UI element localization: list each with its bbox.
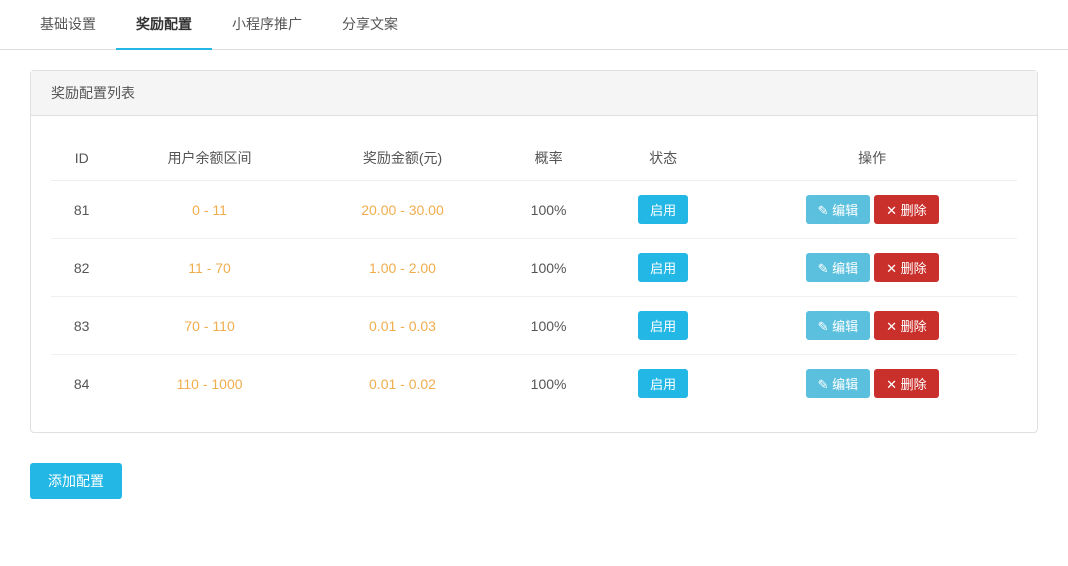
enable-button-0[interactable]: 启用 <box>638 195 688 224</box>
table-row: 81 0 - 11 20.00 - 30.00 100% 启用 ✎ 编辑 ✕ 删… <box>51 181 1017 239</box>
add-config-button[interactable]: 添加配置 <box>30 463 122 499</box>
cell-id-2: 83 <box>51 297 112 355</box>
enable-button-1[interactable]: 启用 <box>638 253 688 282</box>
cell-id-1: 82 <box>51 239 112 297</box>
cell-action-3: ✎ 编辑 ✕ 删除 <box>727 355 1017 413</box>
cell-status-3: 启用 <box>599 355 727 413</box>
delete-button-1[interactable]: ✕ 删除 <box>874 253 939 282</box>
cell-amount-3: 0.01 - 0.02 <box>307 355 498 413</box>
cell-range-3: 110 - 1000 <box>112 355 306 413</box>
cell-range-1: 11 - 70 <box>112 239 306 297</box>
action-group-0: ✎ 编辑 ✕ 删除 <box>806 195 939 224</box>
action-group-1: ✎ 编辑 ✕ 删除 <box>806 253 939 282</box>
edit-button-1[interactable]: ✎ 编辑 <box>806 253 871 282</box>
cell-amount-2: 0.01 - 0.03 <box>307 297 498 355</box>
cell-rate-1: 100% <box>498 239 599 297</box>
cell-action-0: ✎ 编辑 ✕ 删除 <box>727 181 1017 239</box>
action-group-2: ✎ 编辑 ✕ 删除 <box>806 311 939 340</box>
enable-button-2[interactable]: 启用 <box>638 311 688 340</box>
cell-action-1: ✎ 编辑 ✕ 删除 <box>727 239 1017 297</box>
cell-amount-1: 1.00 - 2.00 <box>307 239 498 297</box>
table-row: 84 110 - 1000 0.01 - 0.02 100% 启用 ✎ 编辑 ✕… <box>51 355 1017 413</box>
col-header-status: 状态 <box>599 136 727 181</box>
cell-rate-3: 100% <box>498 355 599 413</box>
cell-action-2: ✎ 编辑 ✕ 删除 <box>727 297 1017 355</box>
delete-button-2[interactable]: ✕ 删除 <box>874 311 939 340</box>
col-header-rate: 概率 <box>498 136 599 181</box>
table-header-row: ID 用户余额区间 奖励金额(元) 概率 状态 操作 <box>51 136 1017 181</box>
cell-amount-0: 20.00 - 30.00 <box>307 181 498 239</box>
cell-range-2: 70 - 110 <box>112 297 306 355</box>
cell-range-0: 0 - 11 <box>112 181 306 239</box>
tab-bar: 基础设置 奖励配置 小程序推广 分享文案 <box>0 0 1068 50</box>
tab-basic-settings[interactable]: 基础设置 <box>20 0 116 50</box>
reward-table: ID 用户余额区间 奖励金额(元) 概率 状态 操作 81 0 - 11 20.… <box>51 136 1017 412</box>
cell-id-0: 81 <box>51 181 112 239</box>
cell-rate-0: 100% <box>498 181 599 239</box>
col-header-action: 操作 <box>727 136 1017 181</box>
cell-status-2: 启用 <box>599 297 727 355</box>
action-group-3: ✎ 编辑 ✕ 删除 <box>806 369 939 398</box>
card-body: ID 用户余额区间 奖励金额(元) 概率 状态 操作 81 0 - 11 20.… <box>31 116 1037 432</box>
delete-button-0[interactable]: ✕ 删除 <box>874 195 939 224</box>
delete-button-3[interactable]: ✕ 删除 <box>874 369 939 398</box>
card-header: 奖励配置列表 <box>31 71 1037 116</box>
table-row: 83 70 - 110 0.01 - 0.03 100% 启用 ✎ 编辑 ✕ 删… <box>51 297 1017 355</box>
col-header-range: 用户余额区间 <box>112 136 306 181</box>
edit-button-0[interactable]: ✎ 编辑 <box>806 195 871 224</box>
main-content: 奖励配置列表 ID 用户余额区间 奖励金额(元) 概率 状态 操作 81 0 - <box>0 50 1068 519</box>
tab-reward-config[interactable]: 奖励配置 <box>116 0 212 50</box>
col-header-id: ID <box>51 136 112 181</box>
cell-id-3: 84 <box>51 355 112 413</box>
cell-status-0: 启用 <box>599 181 727 239</box>
table-row: 82 11 - 70 1.00 - 2.00 100% 启用 ✎ 编辑 ✕ 删除 <box>51 239 1017 297</box>
cell-rate-2: 100% <box>498 297 599 355</box>
tab-share-content[interactable]: 分享文案 <box>322 0 418 50</box>
edit-button-2[interactable]: ✎ 编辑 <box>806 311 871 340</box>
card-title: 奖励配置列表 <box>51 85 135 101</box>
cell-status-1: 启用 <box>599 239 727 297</box>
col-header-amount: 奖励金额(元) <box>307 136 498 181</box>
enable-button-3[interactable]: 启用 <box>638 369 688 398</box>
reward-config-card: 奖励配置列表 ID 用户余额区间 奖励金额(元) 概率 状态 操作 81 0 - <box>30 70 1038 433</box>
tab-mini-program[interactable]: 小程序推广 <box>212 0 322 50</box>
edit-button-3[interactable]: ✎ 编辑 <box>806 369 871 398</box>
